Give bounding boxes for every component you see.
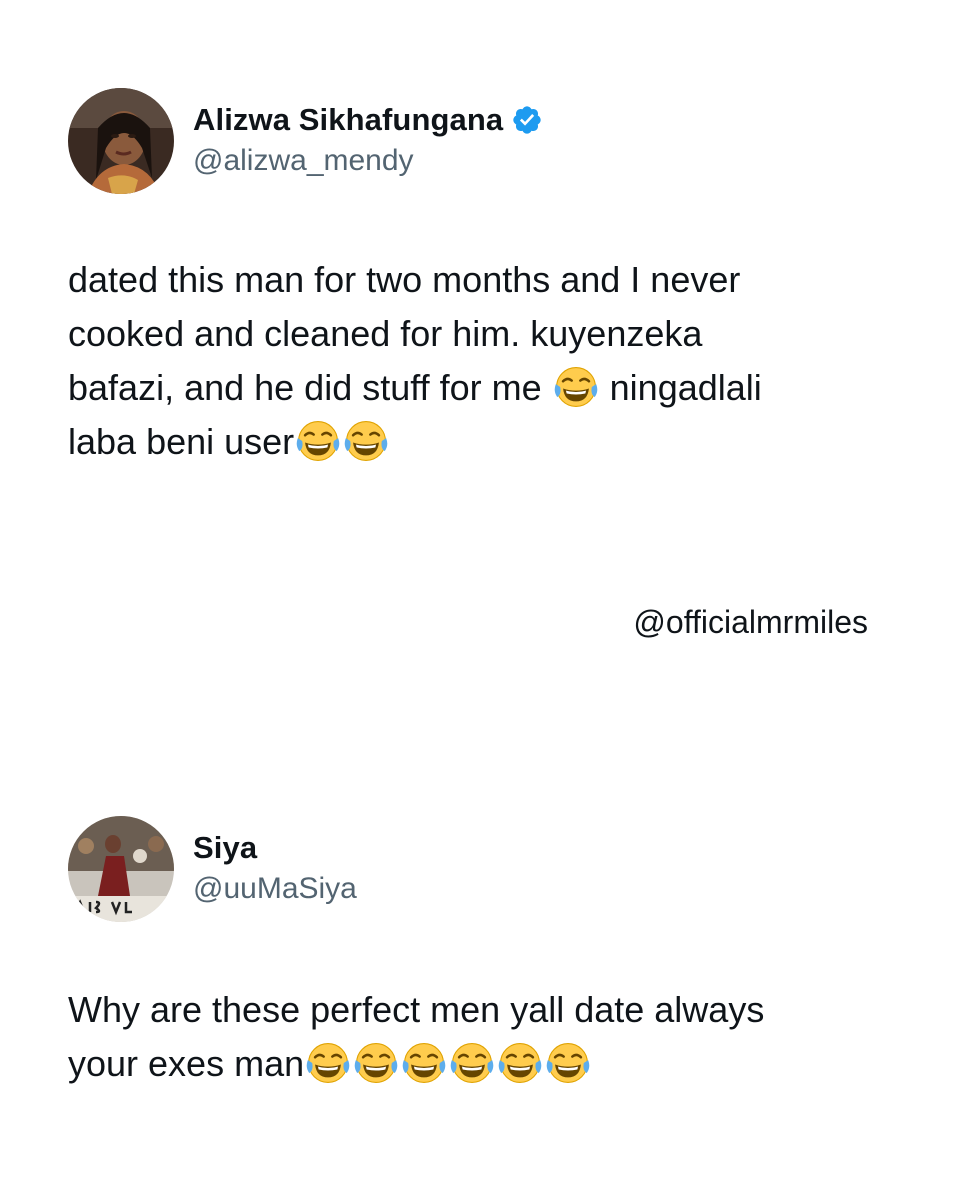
tweet-text-line: cooked and cleaned for him. kuyenzeka — [68, 313, 703, 354]
face-with-tears-of-joy-icon — [401, 1040, 447, 1086]
author-info: Alizwa Sikhafungana @alizwa_mendy — [193, 101, 543, 181]
tweet-text: dated this man for two months and I neve… — [68, 253, 878, 469]
avatar[interactable] — [68, 88, 174, 194]
handle[interactable]: @uuMaSiya — [193, 869, 357, 909]
handle[interactable]: @alizwa_mendy — [193, 141, 543, 181]
face-with-tears-of-joy-icon — [353, 1040, 399, 1086]
tweet-card: Alizwa Sikhafungana @alizwa_mendy dated … — [68, 88, 898, 469]
tweet-text-line: your exes man — [68, 1043, 305, 1084]
face-with-tears-of-joy-icon — [295, 418, 341, 464]
face-with-tears-of-joy-icon — [343, 418, 389, 464]
avatar[interactable] — [68, 816, 174, 922]
face-with-tears-of-joy-icon — [305, 1040, 351, 1086]
face-with-tears-of-joy-icon — [449, 1040, 495, 1086]
display-name[interactable]: Alizwa Sikhafungana — [193, 101, 503, 139]
tweet-header: Alizwa Sikhafungana @alizwa_mendy — [68, 88, 898, 194]
display-name-row: Siya — [193, 829, 357, 867]
face-with-tears-of-joy-icon — [545, 1040, 591, 1086]
face-with-tears-of-joy-icon — [553, 364, 599, 410]
person-avatar-icon — [68, 816, 174, 922]
tweet-card: Siya @uuMaSiya Why are these perfect men… — [68, 816, 898, 1091]
tweet-text: Why are these perfect men yall date alwa… — [68, 983, 888, 1091]
person-avatar-icon — [68, 88, 174, 194]
display-name[interactable]: Siya — [193, 829, 257, 867]
tweet-text-line: laba beni user — [68, 421, 295, 462]
tweet-text-line: bafazi, and he did stuff for me — [68, 367, 542, 408]
watermark: @officialmrmiles — [633, 604, 868, 640]
verified-badge-icon — [513, 106, 541, 134]
tweet-text-line: dated this man for two months and I neve… — [68, 259, 741, 300]
tweet-text-line: Why are these perfect men yall date alwa… — [68, 989, 765, 1030]
tweet-text-line: ningadlali — [609, 367, 762, 408]
display-name-row: Alizwa Sikhafungana — [193, 101, 543, 139]
tweet-header: Siya @uuMaSiya — [68, 816, 898, 922]
face-with-tears-of-joy-icon — [497, 1040, 543, 1086]
author-info: Siya @uuMaSiya — [193, 829, 357, 909]
